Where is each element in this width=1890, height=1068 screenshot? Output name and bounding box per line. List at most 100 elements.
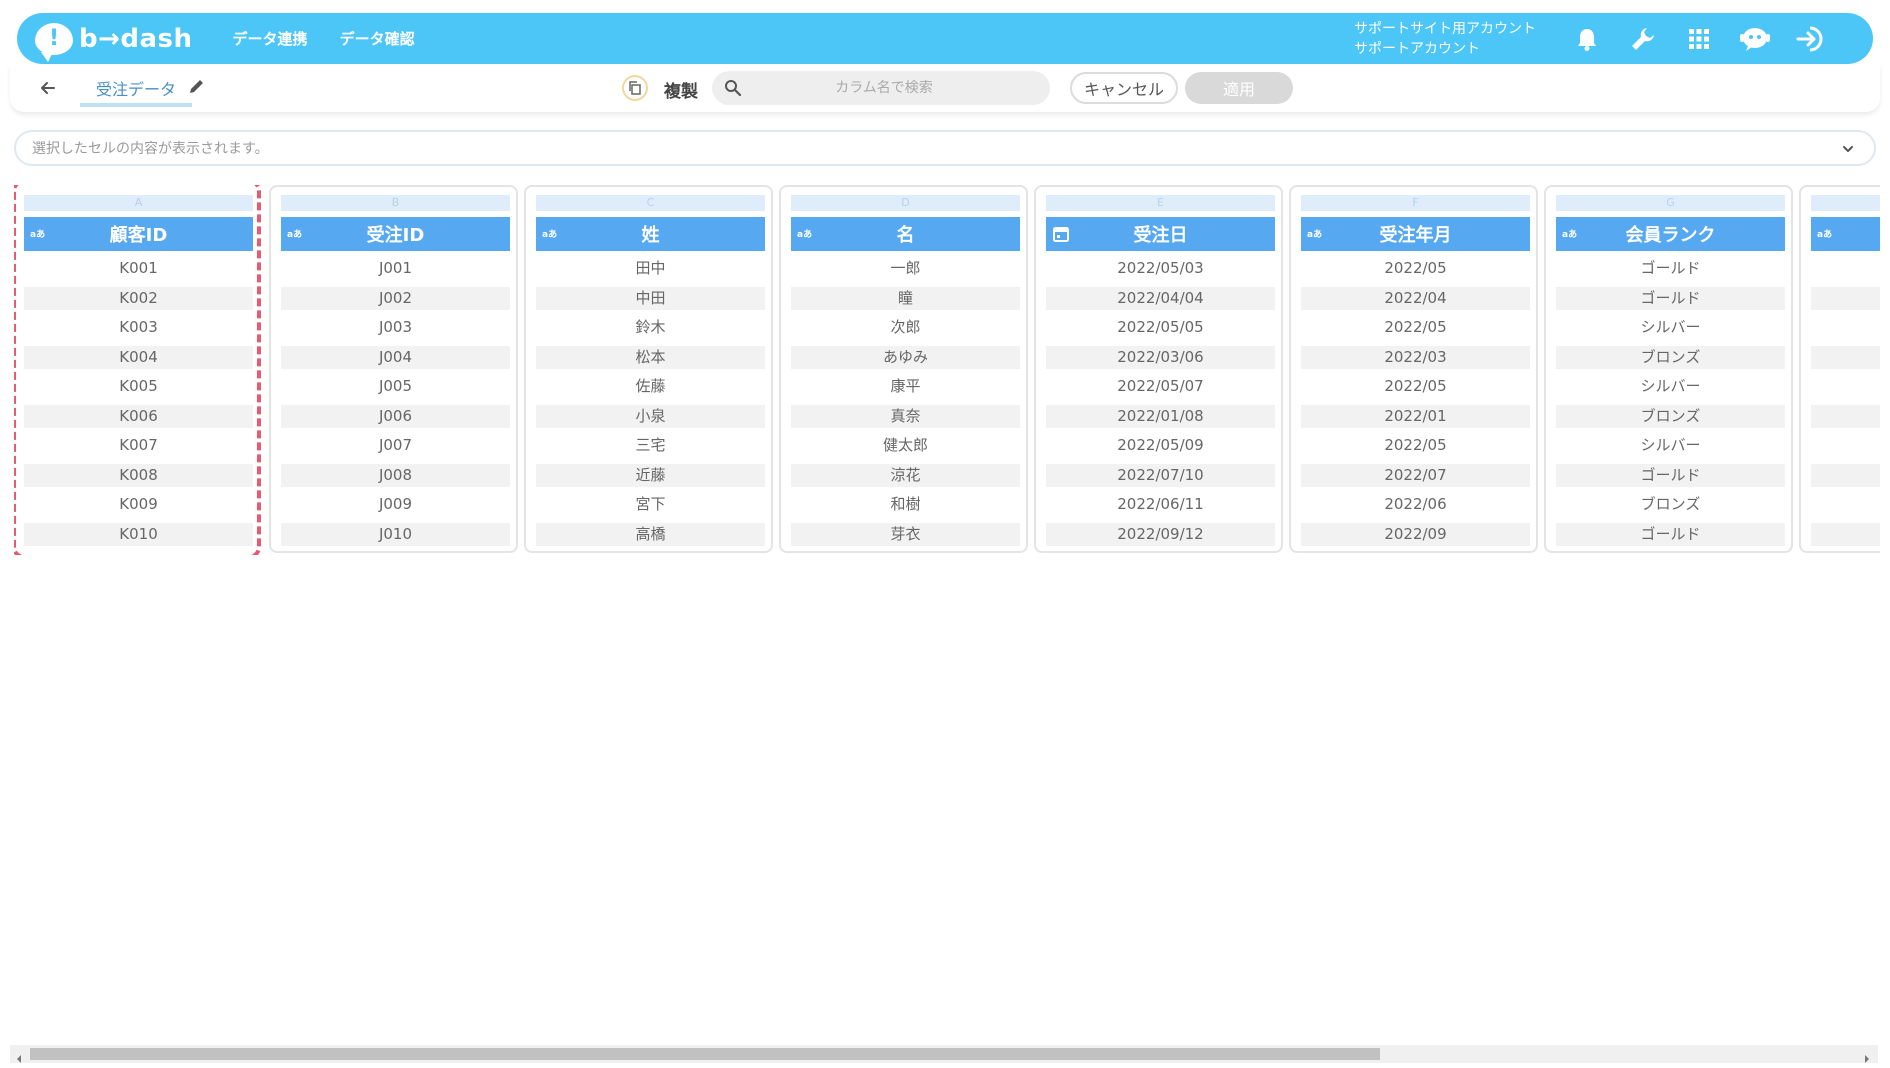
column-partial[interactable]: aあ: [1799, 185, 1880, 553]
table-cell[interactable]: 涼花: [791, 463, 1020, 487]
table-cell[interactable]: ブロンズ: [1556, 345, 1785, 369]
table-cell[interactable]: 宮下: [536, 493, 765, 516]
table-cell[interactable]: 鈴木: [536, 316, 765, 339]
table-cell[interactable]: ブロンズ: [1556, 404, 1785, 428]
chevron-down-icon[interactable]: [1840, 141, 1856, 157]
table-cell[interactable]: 小泉: [536, 404, 765, 428]
table-cell[interactable]: ゴールド: [1556, 286, 1785, 310]
table-cell[interactable]: 芽衣: [791, 522, 1020, 546]
table-cell[interactable]: 健太郎: [791, 434, 1020, 457]
table-cell[interactable]: K005: [24, 375, 253, 398]
logout-icon[interactable]: [1795, 23, 1827, 55]
cancel-button[interactable]: キャンセル: [1070, 72, 1178, 104]
table-cell[interactable]: ゴールド: [1556, 522, 1785, 546]
table-cell[interactable]: K008: [24, 463, 253, 487]
table-cell[interactable]: あゆみ: [791, 345, 1020, 369]
table-cell[interactable]: 2022/01: [1301, 404, 1530, 428]
table-cell[interactable]: [1811, 375, 1880, 398]
table-cell[interactable]: 佐藤: [536, 375, 765, 398]
table-cell[interactable]: 2022/09/12: [1046, 522, 1275, 546]
table-cell[interactable]: 2022/05/09: [1046, 434, 1275, 457]
table-cell[interactable]: K010: [24, 522, 253, 546]
column-header[interactable]: aあ 姓: [536, 217, 765, 251]
table-cell[interactable]: ゴールド: [1556, 463, 1785, 487]
table-cell[interactable]: 2022/07: [1301, 463, 1530, 487]
horizontal-scrollbar[interactable]: [10, 1045, 1878, 1063]
duplicate-label[interactable]: 複製: [664, 77, 698, 102]
table-cell[interactable]: 2022/03/06: [1046, 345, 1275, 369]
table-cell[interactable]: 2022/07/10: [1046, 463, 1275, 487]
nav-data-integration[interactable]: データ連携: [233, 28, 308, 49]
bell-icon[interactable]: [1571, 23, 1603, 55]
column-header[interactable]: aあ 顧客ID: [24, 217, 253, 251]
table-cell[interactable]: [1811, 434, 1880, 457]
table-cell[interactable]: 三宅: [536, 434, 765, 457]
table-cell[interactable]: K006: [24, 404, 253, 428]
table-cell[interactable]: シルバー: [1556, 434, 1785, 457]
table-cell[interactable]: シルバー: [1556, 375, 1785, 398]
table-cell[interactable]: K007: [24, 434, 253, 457]
table-cell[interactable]: J008: [281, 463, 510, 487]
table-cell[interactable]: ゴールド: [1556, 257, 1785, 280]
column-header[interactable]: 受注日: [1046, 217, 1275, 251]
table-cell[interactable]: K001: [24, 257, 253, 280]
table-cell[interactable]: 2022/09: [1301, 522, 1530, 546]
table-cell[interactable]: 松本: [536, 345, 765, 369]
column-f[interactable]: Faあ 受注年月 2022/05 2022/04 2022/05 2022/03 2022/…: [1289, 185, 1538, 553]
table-cell[interactable]: 2022/04/04: [1046, 286, 1275, 310]
table-cell[interactable]: J007: [281, 434, 510, 457]
table-cell[interactable]: 2022/05/07: [1046, 375, 1275, 398]
table-cell[interactable]: J010: [281, 522, 510, 546]
scroll-left-arrow-icon[interactable]: [14, 1049, 24, 1063]
table-cell[interactable]: J006: [281, 404, 510, 428]
table-cell[interactable]: 高橋: [536, 522, 765, 546]
table-cell[interactable]: 2022/03: [1301, 345, 1530, 369]
wrench-icon[interactable]: [1627, 23, 1659, 55]
chatbot-icon[interactable]: [1739, 23, 1771, 55]
table-cell[interactable]: 中田: [536, 286, 765, 310]
table-cell[interactable]: [1811, 463, 1880, 487]
table-cell[interactable]: K009: [24, 493, 253, 516]
cell-content-bar[interactable]: 選択したセルの内容が表示されます。: [14, 130, 1876, 166]
table-cell[interactable]: 2022/05: [1301, 434, 1530, 457]
table-cell[interactable]: 真奈: [791, 404, 1020, 428]
table-cell[interactable]: 2022/05: [1301, 375, 1530, 398]
table-cell[interactable]: K003: [24, 316, 253, 339]
table-cell[interactable]: 2022/04: [1301, 286, 1530, 310]
table-cell[interactable]: [1811, 404, 1880, 428]
back-arrow-icon[interactable]: [38, 78, 58, 98]
duplicate-icon[interactable]: [622, 75, 648, 101]
table-cell[interactable]: [1811, 345, 1880, 369]
table-cell[interactable]: K002: [24, 286, 253, 310]
table-cell[interactable]: K004: [24, 345, 253, 369]
column-header[interactable]: aあ: [1811, 217, 1880, 251]
table-cell[interactable]: 一郎: [791, 257, 1020, 280]
table-cell[interactable]: 2022/06: [1301, 493, 1530, 516]
table-cell[interactable]: 2022/06/11: [1046, 493, 1275, 516]
table-cell[interactable]: 田中: [536, 257, 765, 280]
table-cell[interactable]: 2022/05: [1301, 316, 1530, 339]
column-header[interactable]: aあ 受注年月: [1301, 217, 1530, 251]
table-cell[interactable]: 次郎: [791, 316, 1020, 339]
b-dash-logo[interactable]: ! b→dash: [35, 13, 193, 64]
table-cell[interactable]: 2022/05: [1301, 257, 1530, 280]
table-cell[interactable]: 2022/01/08: [1046, 404, 1275, 428]
pencil-edit-icon[interactable]: [188, 77, 206, 95]
column-header[interactable]: aあ 名: [791, 217, 1020, 251]
table-cell[interactable]: J005: [281, 375, 510, 398]
apply-button[interactable]: 適用: [1185, 72, 1293, 104]
table-cell[interactable]: J003: [281, 316, 510, 339]
table-cell[interactable]: シルバー: [1556, 316, 1785, 339]
column-header[interactable]: aあ 受注ID: [281, 217, 510, 251]
column-header[interactable]: aあ 会員ランク: [1556, 217, 1785, 251]
table-cell[interactable]: J001: [281, 257, 510, 280]
table-cell[interactable]: J004: [281, 345, 510, 369]
table-cell[interactable]: [1811, 316, 1880, 339]
table-cell[interactable]: [1811, 493, 1880, 516]
column-search-input[interactable]: [712, 71, 1050, 105]
table-cell[interactable]: 康平: [791, 375, 1020, 398]
table-cell[interactable]: 近藤: [536, 463, 765, 487]
nav-data-check[interactable]: データ確認: [340, 28, 415, 49]
column-d[interactable]: Daあ 名一郎瞳次郎 あゆみ 康平 真奈 健太郎 涼花 和樹 芽衣: [779, 185, 1028, 553]
scrollbar-thumb[interactable]: [30, 1048, 1380, 1060]
